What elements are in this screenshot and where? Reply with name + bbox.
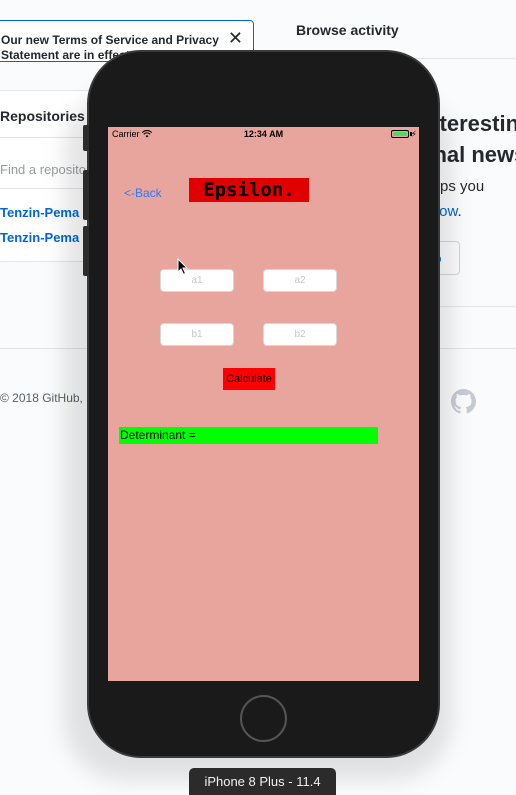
b2-input[interactable] [263,323,337,346]
status-bar: Carrier 12:34 AM ⚡ [108,127,419,141]
app-title: Epsilon. [189,178,309,202]
volume-up-button [83,170,89,220]
charging-icon: ⚡ [410,129,417,139]
back-button[interactable]: <-Back [124,186,162,200]
github-octocat-icon[interactable] [451,389,476,414]
mouse-cursor-icon [177,258,189,276]
volume-down-button [83,226,89,276]
simulator-screen: Carrier 12:34 AM ⚡ <-Back Epsilon. Calcu… [108,127,419,681]
b1-input[interactable] [160,323,234,346]
a2-input[interactable] [263,269,337,292]
browse-activity-heading[interactable]: Browse activity [296,22,399,38]
status-time: 12:34 AM [243,129,284,139]
home-button[interactable] [240,695,287,742]
a1-input[interactable] [160,269,234,292]
mute-switch [83,125,89,151]
close-icon[interactable]: ✕ [228,29,243,47]
calculate-button[interactable]: Calculate [223,368,275,390]
battery-icon [391,130,409,138]
determinant-result-label: Determinant = [119,427,378,444]
simulator-device-name: iPhone 8 Plus - 11.4 [189,768,336,795]
